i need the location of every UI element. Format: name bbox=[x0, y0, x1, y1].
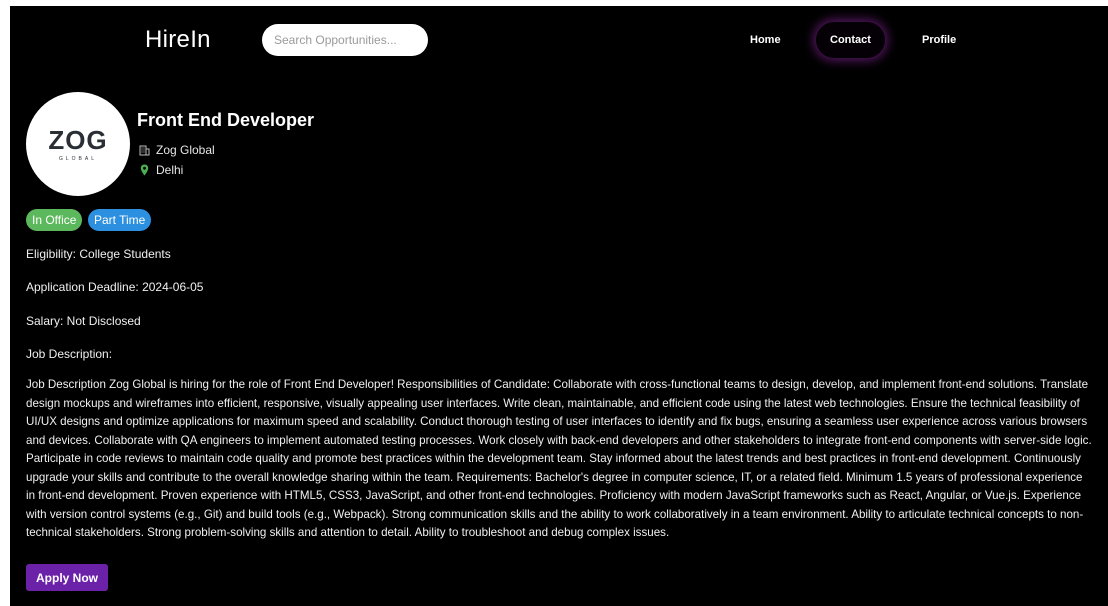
eligibility-text: Eligibility: College Students bbox=[26, 247, 171, 261]
apply-now-button[interactable]: Apply Now bbox=[26, 564, 108, 591]
job-title: Front End Developer bbox=[137, 110, 315, 130]
nav-link-contact[interactable]: Contact bbox=[816, 22, 885, 58]
company-logo-text: ZOG bbox=[48, 124, 108, 155]
company-logo-subtext: GLOBAL bbox=[58, 155, 97, 162]
company-logo: ZOG GLOBAL bbox=[26, 92, 130, 196]
top-navbar: HireIn Home Contact Profile bbox=[10, 6, 1108, 76]
salary-text: Salary: Not Disclosed bbox=[26, 314, 141, 328]
nav-link-profile[interactable]: Profile bbox=[922, 34, 956, 46]
map-pin-icon bbox=[138, 164, 150, 176]
building-icon bbox=[138, 145, 150, 156]
nav-link-home[interactable]: Home bbox=[750, 34, 781, 46]
deadline-text: Application Deadline: 2024-06-05 bbox=[26, 280, 204, 294]
company-name: Zog Global bbox=[156, 143, 215, 157]
company-logo-mark: ZOG bbox=[48, 127, 107, 153]
brand-logo-text[interactable]: HireIn bbox=[145, 26, 211, 54]
tag-in-office: In Office bbox=[26, 209, 83, 231]
description-label: Job Description: bbox=[26, 347, 113, 361]
search-input[interactable] bbox=[262, 24, 428, 56]
job-location: Delhi bbox=[156, 163, 184, 177]
job-detail-page: HireIn Home Contact Profile ZOG GLOBAL F… bbox=[10, 6, 1108, 606]
tag-part-time: Part Time bbox=[88, 209, 152, 231]
company-row: Zog Global bbox=[138, 143, 215, 157]
job-description: Job Description Zog Global is hiring for… bbox=[26, 378, 1092, 539]
location-row: Delhi bbox=[138, 163, 183, 177]
